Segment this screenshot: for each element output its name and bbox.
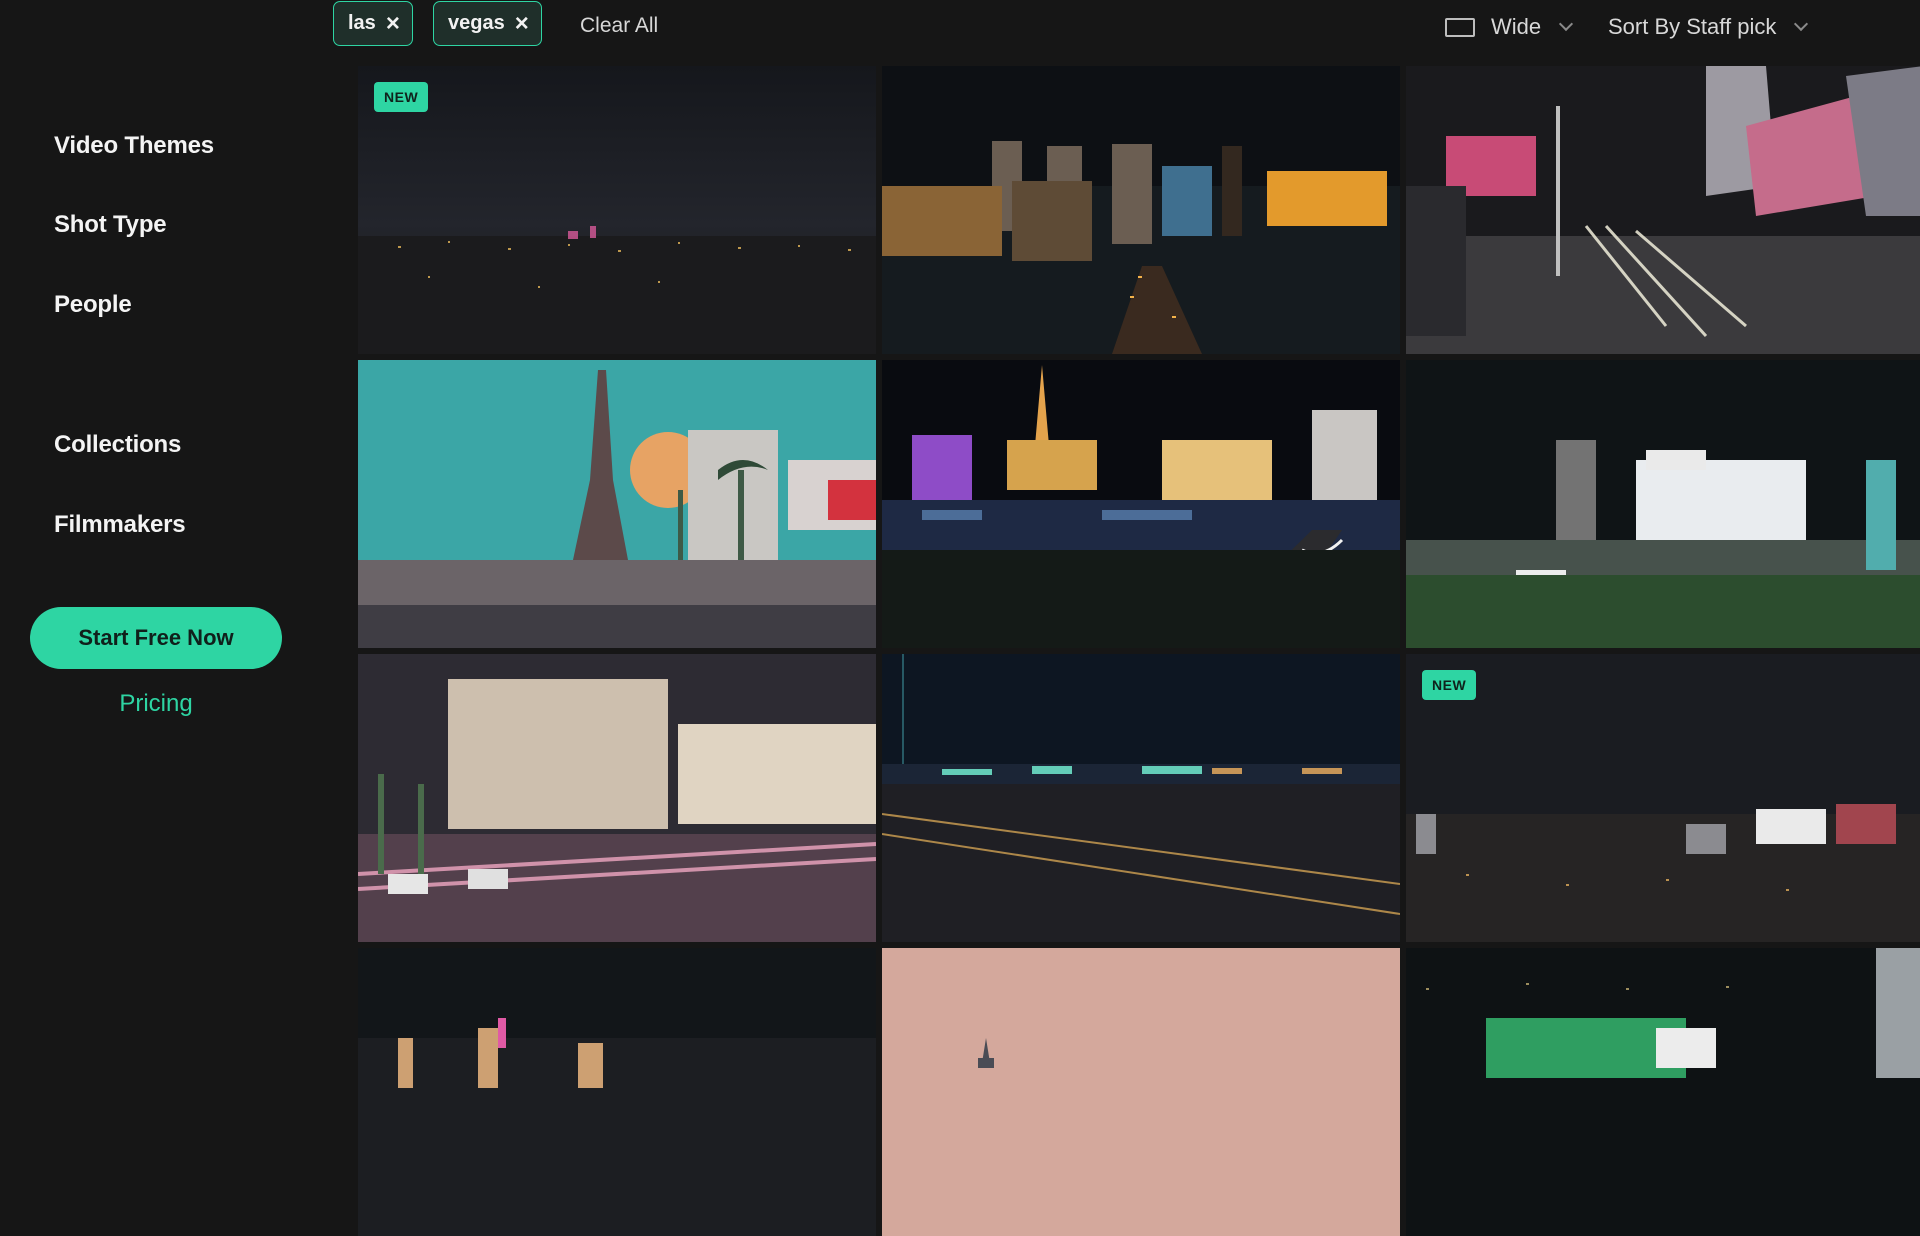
mgm-green-night-partial-image — [1406, 948, 1920, 1236]
sidebar: Video Themes Shot Type People Collection… — [0, 0, 330, 1080]
chevron-down-icon — [1794, 16, 1809, 32]
video-thumbnail[interactable] — [358, 948, 876, 1236]
new-badge: NEW — [374, 82, 429, 112]
video-thumbnail[interactable] — [358, 360, 876, 648]
nav-collections[interactable]: Collections — [54, 431, 181, 459]
vegas-valley-night-image — [882, 654, 1400, 942]
filter-chip-vegas[interactable]: vegas × — [433, 1, 542, 46]
nav-shot-type[interactable]: Shot Type — [54, 211, 167, 239]
video-thumbnail[interactable] — [882, 654, 1400, 942]
sunset-tower-partial-image — [882, 948, 1400, 1236]
start-free-now-button[interactable]: Start Free Now — [30, 607, 282, 669]
sort-label: Sort By Staff pick — [1608, 14, 1777, 39]
city-skyline-night-image — [358, 66, 876, 354]
video-thumbnail[interactable] — [1406, 360, 1920, 648]
video-thumbnail[interactable]: NEW — [358, 66, 876, 354]
chevron-down-icon — [1559, 16, 1574, 32]
video-thumbnail[interactable] — [1406, 66, 1920, 354]
video-thumbnail[interactable] — [882, 66, 1400, 354]
close-icon[interactable]: × — [515, 11, 529, 36]
strip-traffic-night-image — [1406, 66, 1920, 354]
city-lights-dusk-image — [1406, 654, 1920, 942]
pricing-link[interactable]: Pricing — [30, 690, 282, 718]
close-icon[interactable]: × — [386, 11, 400, 36]
video-thumbnail[interactable] — [882, 948, 1400, 1236]
bellagio-traffic-image — [358, 654, 876, 942]
aspect-ratio-label: Wide — [1491, 14, 1542, 39]
filter-bar: las × vegas × Clear All Wide Sort By Sta… — [330, 0, 1920, 62]
clear-all-button[interactable]: Clear All — [580, 14, 658, 38]
new-badge: NEW — [1422, 670, 1477, 700]
aspect-ratio-dropdown[interactable]: Wide — [1445, 14, 1574, 40]
aspect-ratio-icon — [1445, 17, 1475, 37]
video-thumbnail[interactable] — [882, 360, 1400, 648]
video-thumbnail[interactable] — [358, 654, 876, 942]
nav-video-themes[interactable]: Video Themes — [54, 132, 214, 160]
bellagio-paris-night-image — [882, 360, 1400, 648]
nav-people[interactable]: People — [54, 291, 132, 319]
strip-casinos-night-image — [882, 66, 1400, 354]
skyline-night-partial-image — [358, 948, 876, 1236]
nav-filmmakers[interactable]: Filmmakers — [54, 511, 186, 539]
sort-dropdown[interactable]: Sort By Staff pick — [1608, 14, 1809, 40]
video-thumbnail[interactable] — [1406, 948, 1920, 1236]
filter-chip-las[interactable]: las × — [333, 1, 413, 46]
eiffel-tower-paris-image — [358, 360, 876, 648]
video-thumbnail[interactable]: NEW — [1406, 654, 1920, 942]
strip-hotels-night-image — [1406, 360, 1920, 648]
chip-label: vegas — [448, 12, 505, 34]
chip-label: las — [348, 12, 376, 34]
